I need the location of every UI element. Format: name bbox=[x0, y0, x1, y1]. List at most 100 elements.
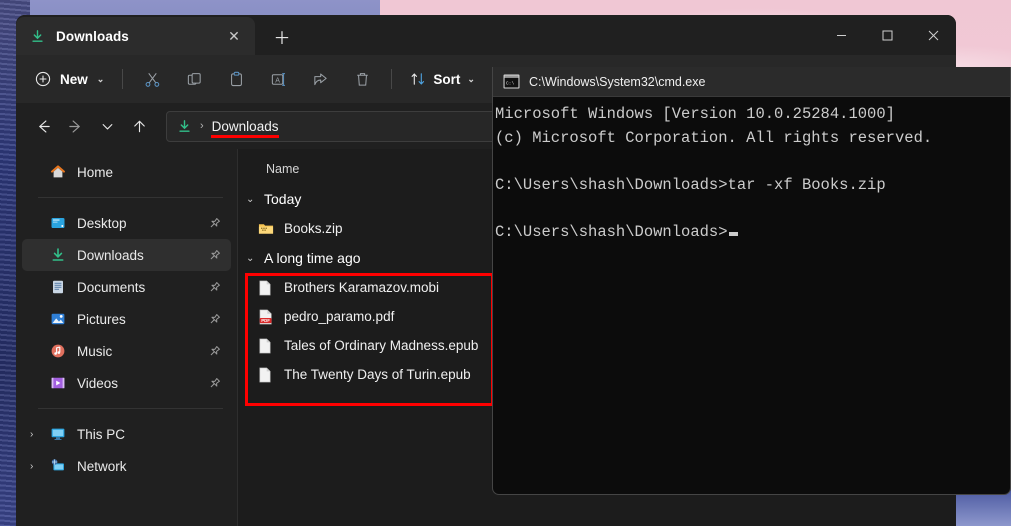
new-tab-button[interactable]: ＋ bbox=[266, 20, 298, 52]
videos-icon bbox=[48, 375, 68, 391]
cmd-output-text: Microsoft Windows [Version 10.0.25284.10… bbox=[495, 105, 932, 241]
generic-file-icon bbox=[258, 338, 280, 354]
sidebar-divider-2 bbox=[38, 408, 223, 409]
recent-locations-button[interactable] bbox=[92, 111, 122, 141]
breadcrumb-downloads[interactable]: Downloads bbox=[212, 119, 279, 134]
svg-text:PDF: PDF bbox=[261, 317, 270, 322]
plus-circle-icon bbox=[35, 71, 51, 87]
pin-icon[interactable] bbox=[205, 246, 223, 264]
close-tab-icon[interactable]: ✕ bbox=[223, 25, 245, 47]
sidebar-item-pictures[interactable]: Pictures bbox=[22, 303, 231, 335]
back-button[interactable] bbox=[28, 111, 58, 141]
sidebar-item-network[interactable]: › Network bbox=[22, 450, 231, 482]
console-icon: C:\ bbox=[503, 74, 520, 89]
chevron-right-icon[interactable]: › bbox=[30, 461, 33, 472]
minimize-button[interactable] bbox=[818, 15, 864, 55]
tab-strip: Downloads ✕ ＋ bbox=[16, 15, 956, 55]
rename-icon: A bbox=[270, 71, 287, 88]
downloads-arrow-icon-sidebar bbox=[48, 247, 68, 263]
toolbar-divider bbox=[122, 69, 123, 89]
new-button-label: New bbox=[60, 72, 88, 87]
forward-button[interactable] bbox=[60, 111, 90, 141]
chevron-down-icon[interactable]: ⌄ bbox=[246, 194, 264, 205]
chevron-down-icon-sort: ⌄ bbox=[467, 74, 475, 85]
pin-icon[interactable] bbox=[205, 310, 223, 328]
pin-icon[interactable] bbox=[205, 374, 223, 392]
sidebar-item-label: Videos bbox=[77, 376, 118, 391]
chevron-right-icon[interactable]: › bbox=[30, 429, 33, 440]
chevron-down-icon[interactable]: ⌄ bbox=[246, 253, 264, 264]
file-group-label: A long time ago bbox=[264, 250, 361, 266]
downloads-arrow-icon bbox=[30, 29, 45, 44]
generic-file-icon bbox=[258, 367, 280, 383]
file-name: Tales of Ordinary Madness.epub bbox=[284, 338, 478, 353]
sidebar-item-label: Music bbox=[77, 344, 112, 359]
sidebar-item-label: Desktop bbox=[77, 216, 127, 231]
breadcrumb-separator: › bbox=[200, 120, 204, 132]
documents-icon bbox=[48, 279, 68, 295]
sort-button[interactable]: Sort ⌄ bbox=[401, 63, 484, 95]
sidebar-item-label: Network bbox=[77, 459, 127, 474]
sidebar-divider-1 bbox=[38, 197, 223, 198]
sidebar-item-label: Pictures bbox=[77, 312, 126, 327]
desktop-icon bbox=[48, 215, 68, 231]
sort-button-label: Sort bbox=[433, 72, 460, 87]
downloads-arrow-icon-breadcrumb bbox=[177, 119, 192, 134]
pdf-file-icon: PDF bbox=[258, 309, 280, 325]
copy-icon bbox=[186, 71, 203, 88]
pin-icon[interactable] bbox=[205, 214, 223, 232]
file-name: Books.zip bbox=[284, 221, 343, 236]
navigation-sidebar: Home Desktop bbox=[16, 149, 238, 526]
chevron-down-icon: ⌄ bbox=[97, 74, 105, 85]
copy-button[interactable] bbox=[174, 63, 214, 95]
tab-downloads[interactable]: Downloads ✕ bbox=[16, 17, 255, 55]
paste-button[interactable] bbox=[216, 63, 256, 95]
home-icon bbox=[48, 164, 68, 180]
toolbar-divider-2 bbox=[391, 69, 392, 89]
sidebar-item-label: Home bbox=[77, 165, 113, 180]
this-pc-icon bbox=[48, 426, 68, 442]
breadcrumb-label: Downloads bbox=[212, 119, 279, 134]
cmd-output[interactable]: Microsoft Windows [Version 10.0.25284.10… bbox=[493, 97, 1010, 244]
pin-icon[interactable] bbox=[205, 342, 223, 360]
file-name: Brothers Karamazov.mobi bbox=[284, 280, 439, 295]
pin-icon[interactable] bbox=[205, 278, 223, 296]
svg-text:C:\: C:\ bbox=[506, 81, 515, 87]
zip-folder-icon bbox=[258, 221, 280, 236]
sort-arrows-icon bbox=[410, 71, 426, 87]
file-name: The Twenty Days of Turin.epub bbox=[284, 367, 471, 382]
clipboard-icon bbox=[228, 71, 245, 88]
sidebar-item-desktop[interactable]: Desktop bbox=[22, 207, 231, 239]
scissors-icon bbox=[144, 71, 161, 88]
cmd-cursor bbox=[729, 232, 738, 236]
generic-file-icon bbox=[258, 280, 280, 296]
share-button[interactable] bbox=[300, 63, 340, 95]
new-button[interactable]: New ⌄ bbox=[28, 63, 113, 95]
pictures-icon bbox=[48, 311, 68, 327]
breadcrumb-red-underline bbox=[211, 135, 280, 138]
network-icon bbox=[48, 458, 68, 474]
maximize-button[interactable] bbox=[864, 15, 910, 55]
sidebar-item-home[interactable]: Home bbox=[22, 156, 231, 188]
cmd-title-bar[interactable]: C:\ C:\Windows\System32\cmd.exe bbox=[493, 67, 1010, 97]
close-button[interactable] bbox=[910, 15, 956, 55]
cut-button[interactable] bbox=[132, 63, 172, 95]
sidebar-item-label: This PC bbox=[77, 427, 125, 442]
file-name: pedro_paramo.pdf bbox=[284, 309, 394, 324]
sidebar-item-label: Downloads bbox=[77, 248, 144, 263]
sidebar-item-videos[interactable]: Videos bbox=[22, 367, 231, 399]
trash-icon bbox=[354, 71, 371, 88]
sidebar-item-documents[interactable]: Documents bbox=[22, 271, 231, 303]
window-controls bbox=[818, 15, 956, 55]
delete-button[interactable] bbox=[342, 63, 382, 95]
file-group-label: Today bbox=[264, 191, 301, 207]
up-button[interactable] bbox=[124, 111, 154, 141]
sidebar-item-music[interactable]: Music bbox=[22, 335, 231, 367]
sidebar-item-this-pc[interactable]: › This PC bbox=[22, 418, 231, 450]
music-icon bbox=[48, 343, 68, 359]
sidebar-item-downloads[interactable]: Downloads bbox=[22, 239, 231, 271]
rename-button[interactable]: A bbox=[258, 63, 298, 95]
tab-title: Downloads bbox=[56, 29, 223, 44]
share-icon bbox=[312, 71, 329, 88]
command-prompt-window: C:\ C:\Windows\System32\cmd.exe Microsof… bbox=[492, 67, 1011, 495]
